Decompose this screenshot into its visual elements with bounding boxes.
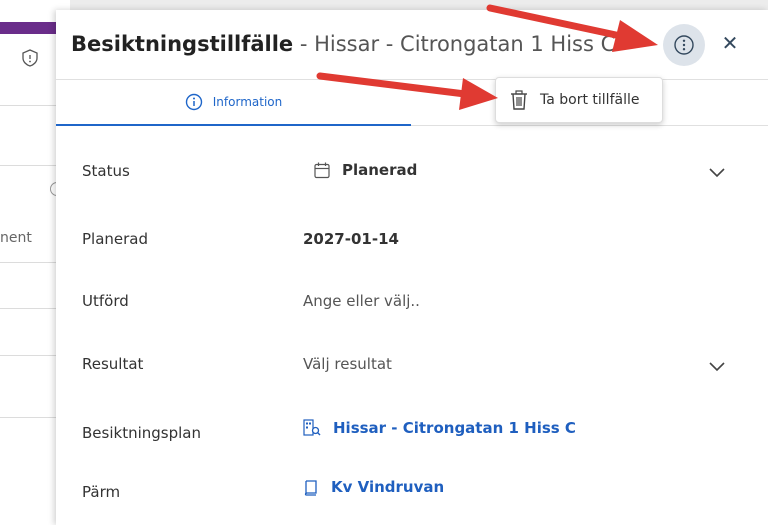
field-utford: Utförd Ange eller välj.. <box>56 281 768 321</box>
divider <box>0 165 56 166</box>
divider <box>0 308 56 309</box>
divider <box>0 262 56 263</box>
field-label-status: Status <box>82 162 130 180</box>
planerad-date-field[interactable]: 2027-01-14 <box>303 230 399 248</box>
field-resultat: Resultat Välj resultat <box>56 345 768 385</box>
resultat-placeholder: Välj resultat <box>303 355 392 373</box>
book-icon <box>304 479 317 496</box>
panel-title-subtitle: - Hissar - Citrongatan 1 Hiss C <box>293 32 616 56</box>
panel-title: Besiktningstillfälle - Hissar - Citronga… <box>71 32 615 56</box>
utford-placeholder: Ange eller välj.. <box>303 292 420 310</box>
field-status: Status Planerad <box>56 152 768 192</box>
tab-information[interactable]: Information <box>56 80 411 126</box>
resultat-select[interactable]: Välj resultat <box>303 355 392 373</box>
tab-label: Information <box>212 95 283 109</box>
more-vertical-circle-icon <box>674 35 694 55</box>
divider <box>0 355 56 356</box>
status-value: Planerad <box>342 161 418 179</box>
field-label-planerad: Planerad <box>82 230 149 248</box>
tab-divider <box>411 125 768 126</box>
status-select[interactable]: Planerad <box>314 161 417 179</box>
field-planerad: Planerad 2027-01-14 <box>56 219 768 259</box>
field-label-parm: Pärm <box>82 483 121 501</box>
divider <box>0 417 56 418</box>
besiktningsplan-link[interactable]: Hissar - Citrongatan 1 Hiss C <box>303 419 576 437</box>
background-partial-text: nent <box>0 230 32 246</box>
panel-header: Besiktningstillfälle - Hissar - Citronga… <box>56 10 768 80</box>
delete-occasion-menu-item[interactable]: Ta bort tillfälle <box>495 77 663 123</box>
field-besiktningsplan: Besiktningsplan Hissar - Citrongatan 1 H… <box>56 413 768 453</box>
calendar-icon <box>314 162 330 178</box>
besiktningsplan-value: Hissar - Citrongatan 1 Hiss C <box>333 419 576 437</box>
more-options-button[interactable] <box>663 24 705 66</box>
parm-value: Kv Vindruvan <box>331 478 445 496</box>
chevron-down-icon[interactable] <box>708 361 726 373</box>
close-icon: ✕ <box>721 31 739 55</box>
info-circle-icon <box>185 93 202 111</box>
panel-title-main: Besiktningstillfälle <box>71 32 294 56</box>
field-label-utford: Utförd <box>82 292 129 310</box>
close-button[interactable]: ✕ <box>719 31 741 55</box>
parm-link[interactable]: Kv Vindruvan <box>303 478 444 496</box>
field-parm: Pärm Kv Vindruvan <box>56 472 768 512</box>
field-label-besiktningsplan: Besiktningsplan <box>82 424 201 442</box>
utford-date-input[interactable]: Ange eller välj.. <box>303 292 420 310</box>
shield-icon <box>22 49 38 67</box>
planerad-value: 2027-01-14 <box>303 230 399 248</box>
divider <box>0 105 56 106</box>
chevron-down-icon[interactable] <box>708 167 726 179</box>
building-search-icon <box>303 419 321 436</box>
trash-icon <box>511 90 527 110</box>
field-label-resultat: Resultat <box>82 355 144 373</box>
menu-item-label: Ta bort tillfälle <box>540 92 640 108</box>
